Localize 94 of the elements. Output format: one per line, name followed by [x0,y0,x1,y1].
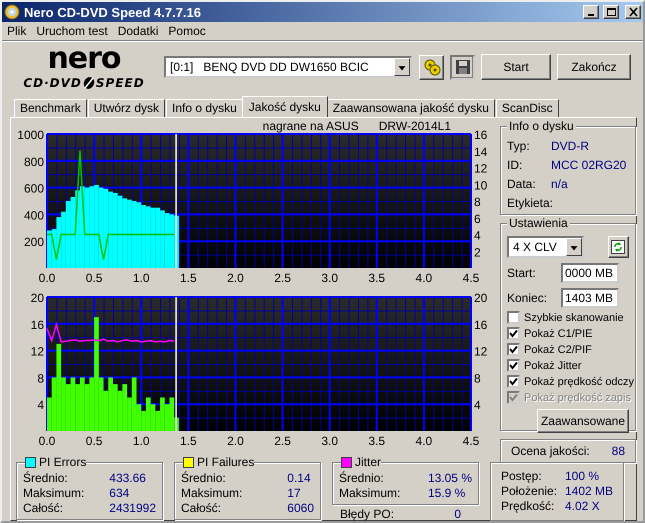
stat-value: 2431992 [109,501,156,515]
group-title: Jitter [352,455,382,469]
y-axis-label: 16 [30,318,44,332]
stat-value: 0.14 [287,471,312,485]
group-title: PI Failures [194,455,254,469]
field-label: Etykieta: [507,196,551,210]
stat-label: Błędy PO: [340,507,396,521]
x-axis-label: 3.5 [368,271,386,285]
stat-label: Maksimum: [339,486,402,500]
quality-score: 88 [612,444,625,458]
y-axis-label: 200 [24,235,44,250]
stat-label: Całość: [181,501,222,515]
y-axis-label: 16 [474,318,488,332]
y-axis-label: 2 [474,245,481,260]
checkbox-label: Szybkie skanowanie [524,312,624,324]
group-title: Ustawienia [507,216,570,230]
stat-label: Prędkość: [501,499,556,513]
stat-value: 100 % [564,469,600,483]
group-title: PI Errors [36,455,86,469]
stat-label: Średnio: [23,471,69,485]
stat-label: Postęp: [501,469,543,483]
stat-label: Średnio: [339,471,385,485]
logo-subtitle: SPEED [96,76,145,90]
x-axis-label: 4.5 [462,271,480,285]
stat-label: Maksimum: [181,486,244,500]
field-value: n/a [551,177,569,191]
group-title: Info o dysku [507,119,576,133]
y-axis-label: 8 [474,195,481,209]
stat-value: 634 [109,486,130,500]
y-axis-label: 10 [474,178,488,192]
y-axis-label: 12 [474,344,488,359]
x-axis-label: 2.5 [274,434,291,448]
y-axis-label: 12 [30,344,44,359]
y-axis-label: 1000 [17,128,44,142]
x-axis-label: 3.5 [368,434,386,448]
x-axis-label: 4.5 [462,434,480,448]
x-axis-label: 0.0 [38,271,56,285]
window-title: Nero CD-DVD Speed 4.7.7.16 [24,4,202,20]
logo-wordmark: nero [47,40,121,76]
y-axis-label: 400 [24,208,44,222]
stat-value: 0 [454,507,461,521]
checkbox-label: Pokaż C1/PIE [524,328,592,340]
x-axis-label: 0.5 [86,434,102,448]
x-axis-label: 2.5 [274,271,291,285]
checkbox-label: Pokaż prędkość odczy [524,376,634,388]
x-axis-label: 3.0 [321,434,338,448]
y-axis-label: 20 [474,291,488,305]
field-label: Data: [507,177,537,191]
field-label: Typ: [507,139,531,153]
field-value: DVD-R [551,139,590,153]
checkbox-label: Pokaż C2/PIF [524,344,592,356]
x-axis-label: 1.0 [132,434,150,448]
y-axis-label: 4 [474,398,481,412]
y-axis-label: 8 [37,371,44,386]
x-axis-label: 2.0 [227,271,244,285]
logo-subtitle: CD·DVD [23,76,82,90]
y-axis-label: 800 [24,154,44,169]
y-axis-label: 8 [474,371,481,386]
x-axis-label: 4.0 [416,434,432,448]
y-axis-label: 16 [474,128,488,142]
y-axis-label: 4 [37,398,44,412]
x-axis-label: 4.0 [416,271,432,285]
field-label: ID: [507,158,524,172]
checkbox-label: Pokaż Jitter [524,360,582,372]
stat-value: 15.9 % [428,486,466,500]
quality-label: Ocena jakości: [511,444,590,458]
y-axis-label: 4 [474,228,481,242]
x-axis-label: 0.0 [38,434,56,448]
field-value: MCC 02RG20 [551,158,628,172]
y-axis-label: 12 [474,162,488,176]
stat-value: 433.66 [109,471,147,485]
stat-label: Położenie: [501,484,558,498]
y-axis-label: 20 [30,291,44,305]
stat-value: 6060 [287,501,314,515]
x-axis-label: 1.0 [132,271,150,285]
stat-label: Średnio: [181,471,227,485]
x-axis-label: 2.0 [227,434,244,448]
checkbox-label: Pokaż prędkość zapis [524,392,631,404]
y-axis-label: 14 [474,144,488,159]
chart-title: nagrane na ASUS DRW-2014L1 [262,120,451,133]
stat-value: 17 [287,486,302,500]
x-axis-label: 3.0 [321,271,338,285]
x-axis-label: 1.5 [180,271,197,285]
field-label: Koniec: [507,291,548,305]
y-axis-label: 6 [474,212,481,226]
x-axis-label: 0.5 [86,271,102,285]
x-axis-label: 1.5 [180,434,197,448]
stat-value: 4.02 X [564,499,601,513]
y-axis-label: 600 [24,182,44,196]
stat-value: 1402 MB [564,484,613,498]
stat-value: 13.05 % [428,471,472,485]
field-label: Start: [507,266,537,280]
stat-label: Całość: [23,501,64,515]
stat-label: Maksimum: [23,486,86,500]
